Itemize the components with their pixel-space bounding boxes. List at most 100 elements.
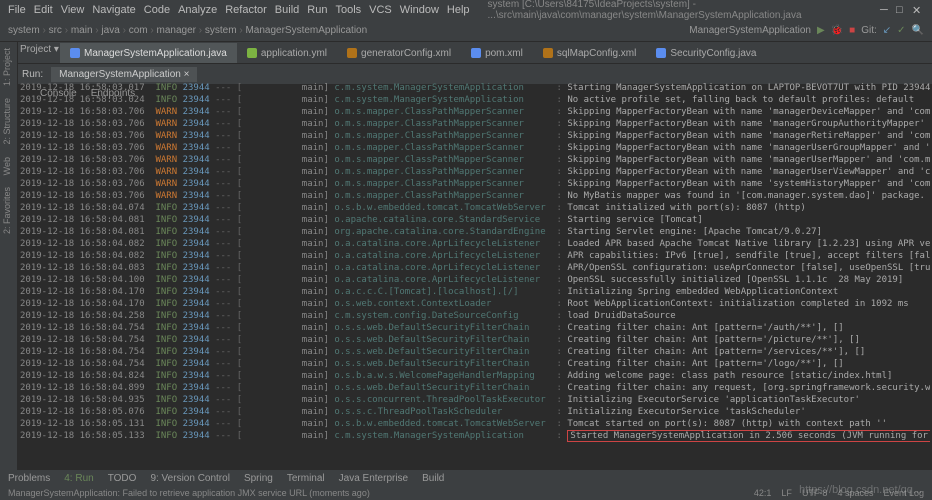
run-label: Run: — [22, 69, 43, 80]
log-line: 2019-12-18 16:58:04.258 INFO 23944 --- [… — [20, 310, 930, 322]
line-separator[interactable]: LF — [781, 488, 792, 498]
log-line: 2019-12-18 16:58:04.754 INFO 23944 --- [… — [20, 322, 930, 334]
log-line: 2019-12-18 16:58:05.076 INFO 23944 --- [… — [20, 406, 930, 418]
log-line: 2019-12-18 16:58:04.754 INFO 23944 --- [… — [20, 334, 930, 346]
log-line: 2019-12-18 16:58:04.170 INFO 23944 --- [… — [20, 286, 930, 298]
editor-tab[interactable]: pom.xml — [461, 43, 533, 63]
left-gutter: 1: Project2: StructureWeb2: Favorites — [0, 42, 18, 486]
run-config-selector[interactable]: ManagerSystemApplication — [689, 25, 811, 36]
breadcrumb-item[interactable]: src — [49, 25, 62, 36]
breadcrumb-item[interactable]: manager — [157, 25, 196, 36]
bottom-tab[interactable]: 9: Version Control — [150, 473, 230, 484]
menu-help[interactable]: Help — [447, 4, 470, 16]
log-line: 2019-12-18 16:58:03.017 INFO 23944 --- [… — [20, 82, 930, 94]
status-bar: ManagerSystemApplication: Failed to retr… — [0, 486, 932, 500]
menu-items[interactable]: File Edit View Navigate Code Analyze Refactor B… — [8, 4, 478, 16]
log-line: 2019-12-18 16:58:04.170 INFO 23944 --- [… — [20, 298, 930, 310]
log-line: 2019-12-18 16:58:04.754 INFO 23944 --- [… — [20, 346, 930, 358]
file-icon — [656, 48, 666, 58]
editor-tab[interactable]: ManagerSystemApplication.java — [60, 43, 237, 63]
log-line: 2019-12-18 16:58:03.706 WARN 23944 --- [… — [20, 142, 930, 154]
breadcrumb: system › src › main › java › com › manag… — [0, 20, 932, 42]
run-config-tab[interactable]: ManagerSystemApplication × — [51, 67, 197, 82]
breadcrumb-item[interactable]: java — [101, 25, 119, 36]
run-icon[interactable]: ▶ — [817, 25, 825, 36]
sidebar-tab[interactable]: 2: Structure — [0, 92, 14, 151]
bottom-tab[interactable]: Terminal — [287, 473, 325, 484]
sidebar-tab[interactable]: 2: Favorites — [0, 181, 14, 240]
window-title: system [C:\Users\84175\IdeaProjects\syst… — [488, 0, 862, 21]
bottom-tab[interactable]: Problems — [8, 473, 50, 484]
close-icon[interactable]: ✕ — [912, 4, 924, 16]
log-line: 2019-12-18 16:58:04.824 INFO 23944 --- [… — [20, 370, 930, 382]
editor-tabs: ManagerSystemApplication.javaapplication… — [0, 42, 932, 64]
maximize-icon[interactable]: □ — [896, 4, 908, 16]
console-output[interactable]: 2019-12-18 16:58:03.017 INFO 23944 --- [… — [20, 82, 930, 472]
menu-vcs[interactable]: VCS — [369, 4, 392, 16]
bottom-tool-tabs: Problems 4: Run TODO 9: Version Control Spri… — [0, 470, 932, 486]
log-line: 2019-12-18 16:58:04.081 INFO 23944 --- [… — [20, 226, 930, 238]
menu-run[interactable]: Run — [307, 4, 327, 16]
menu-tools[interactable]: Tools — [335, 4, 361, 16]
file-icon — [543, 48, 553, 58]
menu-code[interactable]: Code — [144, 4, 170, 16]
menu-build[interactable]: Build — [275, 4, 299, 16]
run-tool-header: Run: ManagerSystemApplication × — [0, 64, 932, 84]
log-line: 2019-12-18 16:58:03.706 WARN 23944 --- [… — [20, 166, 930, 178]
bottom-tab[interactable]: Build — [422, 473, 444, 484]
bottom-tab[interactable]: TODO — [108, 473, 137, 484]
breadcrumb-item[interactable]: com — [129, 25, 148, 36]
bottom-tab[interactable]: Spring — [244, 473, 273, 484]
status-message: ManagerSystemApplication: Failed to retr… — [8, 488, 370, 498]
log-line: 2019-12-18 16:58:03.024 INFO 23944 --- [… — [20, 94, 930, 106]
project-toolwindow-header[interactable]: Project ▾ — [20, 44, 59, 55]
search-icon[interactable]: 🔍 — [912, 25, 924, 36]
git-label: Git: — [861, 25, 877, 36]
log-line: 2019-12-18 16:58:04.081 INFO 23944 --- [… — [20, 214, 930, 226]
stop-icon[interactable]: ■ — [849, 25, 855, 36]
log-line: 2019-12-18 16:58:03.706 WARN 23944 --- [… — [20, 154, 930, 166]
log-line: 2019-12-18 16:58:04.899 INFO 23944 --- [… — [20, 382, 930, 394]
sidebar-tab[interactable]: 1: Project — [0, 42, 14, 92]
log-line: 2019-12-18 16:58:03.706 WARN 23944 --- [… — [20, 178, 930, 190]
caret-position[interactable]: 42:1 — [754, 488, 772, 498]
breadcrumb-item[interactable]: ManagerSystemApplication — [245, 25, 367, 36]
file-icon — [247, 48, 257, 58]
bottom-tab[interactable]: Java Enterprise — [339, 473, 408, 484]
debug-icon[interactable]: 🐞 — [831, 25, 843, 36]
log-line: 2019-12-18 16:58:05.133 INFO 23944 --- [… — [20, 430, 930, 442]
editor-tab[interactable]: SecurityConfig.java — [646, 43, 766, 63]
log-line: 2019-12-18 16:58:05.131 INFO 23944 --- [… — [20, 418, 930, 430]
log-line: 2019-12-18 16:58:03.706 WARN 23944 --- [… — [20, 130, 930, 142]
menu-navigate[interactable]: Navigate — [92, 4, 135, 16]
menu-window[interactable]: Window — [400, 4, 439, 16]
editor-tab[interactable]: application.yml — [237, 43, 337, 63]
breadcrumb-item[interactable]: main — [71, 25, 93, 36]
bottom-tab[interactable]: 4: Run — [64, 473, 93, 484]
menu-edit[interactable]: Edit — [34, 4, 53, 16]
log-line: 2019-12-18 16:58:04.074 INFO 23944 --- [… — [20, 202, 930, 214]
log-line: 2019-12-18 16:58:03.706 WARN 23944 --- [… — [20, 106, 930, 118]
sidebar-tab[interactable]: Web — [0, 151, 14, 181]
breadcrumb-item[interactable]: system — [205, 25, 237, 36]
log-line: 2019-12-18 16:58:04.082 INFO 23944 --- [… — [20, 238, 930, 250]
log-line: 2019-12-18 16:58:04.100 INFO 23944 --- [… — [20, 274, 930, 286]
git-push-icon[interactable]: ✓ — [897, 25, 905, 36]
log-line: 2019-12-18 16:58:04.935 INFO 23944 --- [… — [20, 394, 930, 406]
editor-tab[interactable]: generatorConfig.xml — [337, 43, 461, 63]
menu-file[interactable]: File — [8, 4, 26, 16]
watermark: https://blog.csdn.net/qq... — [799, 484, 922, 496]
editor-tab[interactable]: sqlMapConfig.xml — [533, 43, 646, 63]
log-line: 2019-12-18 16:58:04.083 INFO 23944 --- [… — [20, 262, 930, 274]
file-icon — [70, 48, 80, 58]
git-pull-icon[interactable]: ↙ — [883, 25, 891, 36]
minimize-icon[interactable]: ─ — [880, 4, 892, 16]
log-line: 2019-12-18 16:58:04.082 INFO 23944 --- [… — [20, 250, 930, 262]
menu-analyze[interactable]: Analyze — [178, 4, 217, 16]
breadcrumb-item[interactable]: system — [8, 25, 40, 36]
file-icon — [471, 48, 481, 58]
log-line: 2019-12-18 16:58:04.754 INFO 23944 --- [… — [20, 358, 930, 370]
menu-view[interactable]: View — [61, 4, 85, 16]
menu-refactor[interactable]: Refactor — [225, 4, 267, 16]
menu-bar: File Edit View Navigate Code Analyze Refactor B… — [0, 0, 932, 20]
